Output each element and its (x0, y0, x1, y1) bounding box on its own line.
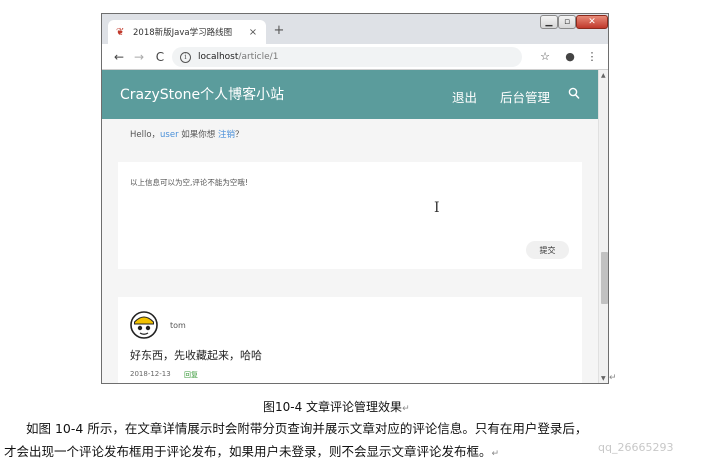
url-path: /article/1 (238, 52, 279, 62)
back-button[interactable]: ← (112, 49, 126, 65)
paragraph-text: 如图 10-4 所示，在文章详情展示时会附带分页查询并展示文章对应的评论信息。只… (26, 421, 588, 436)
return-mark-icon: ↵ (491, 449, 500, 459)
url-host: localhost (198, 52, 239, 62)
forward-button[interactable]: → (132, 49, 146, 65)
search-icon[interactable] (568, 86, 580, 100)
url-field[interactable]: i localhost/article/1 (172, 47, 522, 67)
bookmark-star-icon[interactable]: ☆ (538, 49, 552, 65)
info-icon[interactable]: i (180, 51, 191, 63)
minimize-button[interactable]: ▁ (540, 15, 558, 29)
username-link[interactable]: user (160, 130, 179, 140)
caption-text: 图10-4 文章评论管理效果 (263, 400, 403, 414)
maximize-button[interactable]: ▫ (558, 15, 576, 29)
close-tab-icon[interactable]: × (248, 27, 258, 38)
reload-button[interactable]: C (153, 49, 167, 65)
new-tab-button[interactable]: + (272, 24, 286, 38)
paragraph-line: 如图 10-4 所示，在文章详情展示时会附带分页查询并展示文章对应的评论信息。只… (0, 418, 719, 437)
menu-icon[interactable]: ⋮ (585, 49, 599, 65)
comment-text: 好东西，先收藏起来，哈哈 (130, 349, 262, 362)
browser-tab[interactable]: ❦ 2018新版Java学习路线图 × (108, 20, 266, 44)
site-brand[interactable]: CrazyStone个人博客小站 (120, 84, 284, 104)
comment-author: tom (170, 321, 186, 330)
comment-date: 2018-12-13 (130, 370, 171, 378)
reply-link[interactable]: 回复 (184, 370, 198, 380)
close-window-button[interactable]: ✕ (576, 15, 608, 29)
figure-caption: 图10-4 文章评论管理效果↵ (263, 398, 410, 415)
comment-hint: 以上信息可以为空,评论不能为空哦! (130, 178, 248, 187)
return-mark-icon: ↵ (402, 404, 410, 414)
tab-strip: ❦ 2018新版Java学习路线图 × + ▁ ▫ ✕ (102, 14, 608, 44)
greeting-middle: 如果你想 (178, 130, 218, 140)
greeting-suffix: ？ (235, 130, 244, 140)
greeting-prefix: Hello， (130, 130, 161, 140)
url-text: localhost/article/1 (198, 52, 278, 62)
favicon-icon: ❦ (116, 26, 125, 38)
paragraph-text: 才会出现一个评论发布框用于评论发布，如果用户未登录，则不会显示文章评论发布框。 (4, 444, 492, 459)
greeting-line: Hello，user 如果你想 注销？ (130, 128, 244, 140)
return-mark-icon: ↵ (609, 373, 617, 383)
watermark: qq_26665293 (598, 441, 674, 454)
page-viewport: CrazyStone个人博客小站 退出 后台管理 Hello，user 如果你想… (102, 70, 598, 383)
logout-nav-link[interactable]: 退出 (452, 87, 477, 106)
address-bar: ← → C i localhost/article/1 ☆ ● ⋮ (102, 44, 608, 70)
comment-form[interactable]: 以上信息可以为空,评论不能为空哦! I 提交 (118, 162, 582, 269)
browser-window: ❦ 2018新版Java学习路线图 × + ▁ ▫ ✕ ← → C i loca… (101, 13, 609, 384)
avatar[interactable] (130, 311, 158, 339)
submit-button[interactable]: 提交 (526, 241, 569, 259)
scroll-thumb[interactable] (601, 252, 608, 304)
comment-item: tom 好东西，先收藏起来，哈哈 2018-12-13 回复 (118, 297, 582, 383)
logout-link[interactable]: 注销 (218, 130, 235, 140)
scroll-down-icon[interactable]: ▼ (601, 375, 606, 382)
scrollbar[interactable]: ▲ ▼ (598, 70, 608, 383)
site-header: CrazyStone个人博客小站 退出 后台管理 (102, 70, 598, 119)
tab-title: 2018新版Java学习路线图 (133, 28, 233, 38)
scroll-up-icon[interactable]: ▲ (601, 72, 606, 79)
admin-nav-link[interactable]: 后台管理 (500, 87, 550, 106)
account-icon[interactable]: ● (563, 49, 577, 65)
text-cursor-icon: I (434, 200, 440, 216)
